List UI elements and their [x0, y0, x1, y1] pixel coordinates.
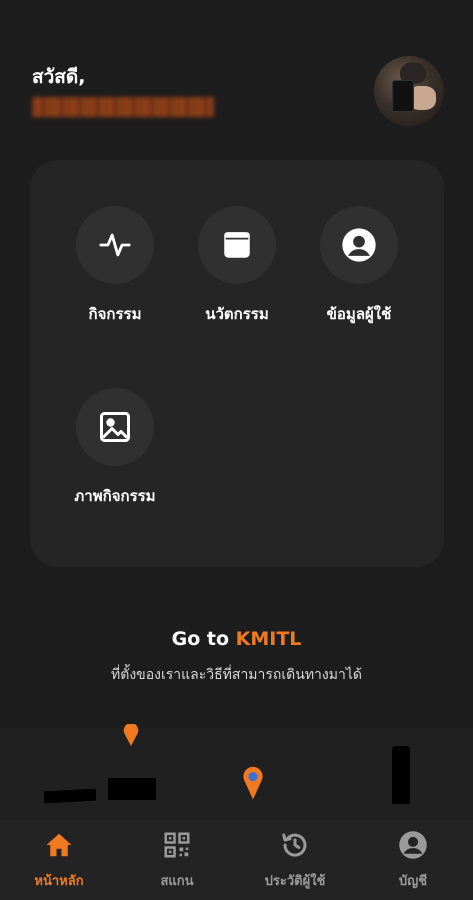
- location-pin-icon[interactable]: [242, 766, 264, 800]
- menu-item-innovation[interactable]: นวัตกรรม: [172, 206, 302, 326]
- home-icon: [46, 833, 72, 857]
- map-building: [44, 788, 96, 804]
- nav-label-account: บัญชี: [398, 874, 428, 889]
- history-icon: [282, 833, 307, 857]
- menu-label-activity-photos: ภาพกิจกรรม: [74, 487, 156, 505]
- window-icon: [198, 206, 276, 284]
- account-icon: [399, 831, 427, 859]
- nav-item-account[interactable]: บัญชี: [354, 820, 472, 900]
- menu-card: กิจกรรม นวัตกรรม ข้อมูลผู้ใช้ ภาพกิจกรรม: [30, 160, 444, 567]
- menu-item-activity[interactable]: กิจกรรม: [50, 206, 180, 326]
- nav-item-scan[interactable]: สแกน: [118, 820, 236, 900]
- qr-code-icon: [164, 832, 190, 858]
- goto-prefix: Go to: [171, 628, 229, 650]
- nav-item-user-history[interactable]: ประวัติผู้ใช้: [236, 820, 354, 900]
- map-building: [108, 778, 156, 800]
- greeting-text: สวัสดี,: [32, 66, 86, 88]
- user-circle-icon: [320, 206, 398, 284]
- map-building: [392, 746, 410, 804]
- menu-item-activity-photos[interactable]: ภาพกิจกรรม: [50, 388, 180, 508]
- map-preview[interactable]: [0, 724, 473, 820]
- menu-label-innovation: นวัตกรรม: [205, 305, 269, 323]
- avatar[interactable]: [374, 56, 444, 126]
- goto-heading: Go to KMITL: [0, 628, 473, 650]
- menu-label-user-info: ข้อมูลผู้ใช้: [326, 305, 392, 323]
- goto-subtitle: ที่ตั้งของเราและวิธีที่สามารถเดินทางมาได…: [111, 667, 362, 683]
- menu-label-activity: กิจกรรม: [88, 305, 142, 323]
- bottom-navigation: หน้าหลัก สแกน ประวัติผู้ใช้ บัญชี: [0, 820, 473, 900]
- location-pin-icon: [123, 724, 139, 746]
- nav-label-user-history: ประวัติผู้ใช้: [264, 874, 326, 889]
- nav-item-home[interactable]: หน้าหลัก: [0, 820, 118, 900]
- activity-pulse-icon: [76, 206, 154, 284]
- username-redacted: [32, 97, 214, 117]
- nav-label-home: หน้าหลัก: [34, 874, 84, 889]
- image-icon: [76, 388, 154, 466]
- menu-item-user-info[interactable]: ข้อมูลผู้ใช้: [294, 206, 424, 326]
- nav-label-scan: สแกน: [160, 874, 194, 889]
- goto-highlight: KMITL: [235, 628, 302, 650]
